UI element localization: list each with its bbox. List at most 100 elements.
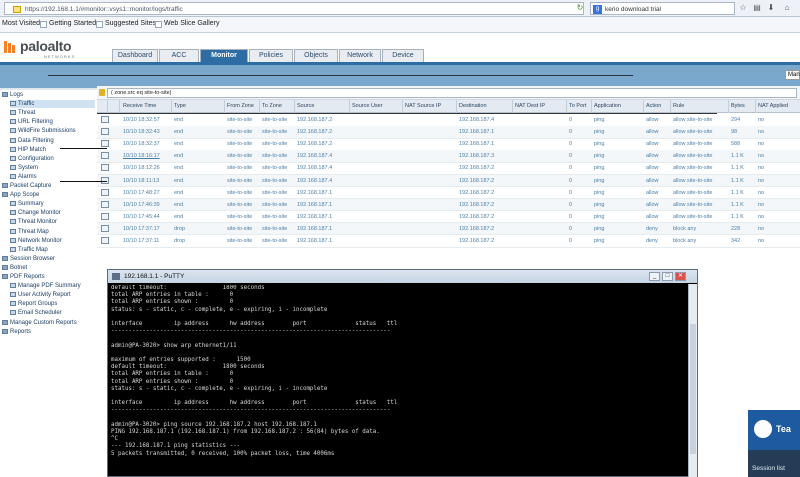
tab-device[interactable]: Device — [382, 49, 424, 62]
table-cell[interactable]: 192.168.187.2 — [459, 190, 494, 196]
column-header[interactable]: To Zone — [262, 103, 282, 109]
manual-dropdown[interactable]: Man — [785, 70, 800, 80]
nav-item-manage-pdf-summary[interactable]: Manage PDF Summary — [10, 282, 81, 290]
column-header[interactable]: NAT Dest IP — [515, 103, 545, 109]
nav-item-packet-capture[interactable]: Packet Capture — [2, 182, 51, 190]
log-detail-icon[interactable] — [101, 224, 109, 232]
bookmark-most-visited[interactable]: Most Visited — [2, 20, 40, 27]
table-cell[interactable]: 192.168.187.2 — [297, 129, 332, 135]
table-cell[interactable]: 10/10 18:32:43 — [123, 129, 160, 135]
table-cell[interactable]: 192.168.187.2 — [459, 202, 494, 208]
table-cell[interactable]: allow site-to-site — [673, 153, 712, 159]
table-cell[interactable]: 10/10 18:32:57 — [123, 117, 160, 123]
minimize-button[interactable]: _ — [649, 272, 660, 281]
log-detail-icon[interactable] — [101, 128, 109, 136]
nav-item-threat-monitor[interactable]: Threat Monitor — [10, 218, 57, 226]
nav-item-configuration[interactable]: Configuration — [10, 155, 54, 163]
table-row[interactable]: 10/10 17:37:17 drop site-to-site site-to-si… — [97, 222, 800, 236]
table-row[interactable]: 10/10 18:16:17 end site-to-site site-to-sit… — [97, 150, 800, 163]
nav-item-manage-custom-reports[interactable]: Manage Custom Reports — [2, 319, 77, 327]
table-cell[interactable]: 192.168.187.1 — [297, 238, 332, 244]
address-bar[interactable]: https://192.168.1.1/#monitor::vsys1::mon… — [4, 2, 584, 15]
nav-item-summary[interactable]: Summary — [10, 200, 44, 208]
column-header[interactable]: Source — [297, 103, 314, 109]
table-cell[interactable]: 10/10 18:32:37 — [123, 141, 160, 147]
column-header[interactable]: Application — [594, 103, 621, 109]
nav-item-hip-match[interactable]: HIP Match — [10, 146, 46, 154]
table-cell[interactable]: allow site-to-site — [673, 117, 712, 123]
filter-icon[interactable] — [99, 89, 105, 96]
column-header[interactable]: NAT Source IP — [405, 103, 441, 109]
bookmark-suggested-sites[interactable]: Suggested Sites — [105, 20, 156, 27]
table-cell[interactable]: 192.168.187.4 — [459, 117, 494, 123]
table-cell[interactable]: allow site-to-site — [673, 178, 712, 184]
log-detail-icon[interactable] — [101, 237, 109, 244]
table-cell[interactable]: 192.168.187.1 — [297, 226, 332, 232]
nav-item-traffic-map[interactable]: Traffic Map — [10, 246, 48, 254]
table-row[interactable]: 10/10 17:37:11 drop site-to-site site-to-si… — [97, 235, 800, 248]
nav-item-wildfire-submissions[interactable]: WildFire Submissions — [10, 127, 76, 135]
table-cell[interactable]: allow site-to-site — [673, 214, 712, 220]
table-cell[interactable]: 192.168.187.2 — [297, 141, 332, 147]
nav-item-report-groups[interactable]: Report Groups — [10, 300, 57, 308]
nav-item-logs[interactable]: Logs — [2, 91, 23, 99]
nav-item-app-scope[interactable]: App Scope — [2, 191, 39, 199]
table-cell[interactable]: allow site-to-site — [673, 202, 712, 208]
table-cell[interactable]: allow site-to-site — [673, 141, 712, 147]
nav-item-url-filtering[interactable]: URL Filtering — [10, 118, 53, 126]
log-detail-icon[interactable] — [101, 152, 109, 160]
table-row[interactable]: 10/10 18:11:13 end site-to-site site-to-sit… — [97, 174, 800, 187]
table-cell[interactable]: 10/10 18:12:26 — [123, 165, 160, 171]
column-header[interactable]: Receive Time — [123, 103, 156, 109]
reload-icon[interactable]: ↻ — [575, 3, 585, 13]
table-cell[interactable]: 192.168.187.1 — [297, 214, 332, 220]
table-row[interactable]: 10/10 17:46:39 end site-to-site site-to-sit… — [97, 198, 800, 212]
table-cell[interactable]: 10/10 17:46:39 — [123, 202, 160, 208]
table-cell[interactable]: block any — [673, 238, 696, 244]
log-detail-icon[interactable] — [101, 188, 109, 196]
putty-titlebar[interactable]: 192.168.1.1 - PuTTY _ □ ✕ — [108, 270, 697, 283]
nav-item-system[interactable]: System — [10, 164, 38, 172]
nav-item-pdf-reports[interactable]: PDF Reports — [2, 273, 45, 281]
table-cell[interactable]: 192.168.187.1 — [459, 129, 494, 135]
column-header[interactable]: From Zone — [227, 103, 254, 109]
filter-input[interactable]: ( zone.src eq site-to-site) — [107, 88, 797, 98]
column-header[interactable]: Destination — [459, 103, 487, 109]
terminal-output[interactable]: default timeout: 1800 seconds total ARP e… — [111, 285, 686, 475]
column-header[interactable]: Type — [174, 103, 186, 109]
table-cell[interactable]: 192.168.187.1 — [459, 141, 494, 147]
nav-item-user-activity-report[interactable]: User Activity Report — [10, 291, 71, 299]
session-list-label[interactable]: Session list — [752, 465, 785, 472]
table-cell[interactable]: 10/10 17:37:17 — [123, 226, 160, 232]
nav-item-reports[interactable]: Reports — [2, 328, 31, 336]
tab-network[interactable]: Network — [339, 49, 381, 62]
table-cell[interactable]: 192.168.187.4 — [297, 153, 332, 159]
nav-item-data-filtering[interactable]: Data Filtering — [10, 137, 54, 145]
nav-item-threat-map[interactable]: Threat Map — [10, 228, 49, 236]
nav-item-traffic[interactable]: Traffic — [10, 100, 95, 109]
column-header[interactable]: Source User — [352, 103, 383, 109]
table-cell[interactable]: block any — [673, 226, 696, 232]
log-detail-icon[interactable] — [101, 212, 109, 220]
table-row[interactable]: 10/10 17:45:44 end site-to-site site-to-sit… — [97, 211, 800, 224]
nav-item-email-scheduler[interactable]: Email Scheduler — [10, 309, 62, 317]
column-header[interactable]: Rule — [673, 103, 684, 109]
log-detail-icon[interactable] — [101, 140, 109, 148]
table-cell[interactable]: 192.168.187.1 — [297, 190, 332, 196]
bookmark-web-slice-gallery[interactable]: Web Slice Gallery — [164, 20, 220, 27]
table-cell[interactable]: 192.168.187.2 — [459, 238, 494, 244]
close-button[interactable]: ✕ — [675, 272, 686, 281]
bookmark-list-icon[interactable]: ▤ — [752, 3, 762, 13]
column-header[interactable]: To Port — [569, 103, 586, 109]
home-icon[interactable]: ⌂ — [782, 3, 792, 13]
log-detail-icon[interactable] — [101, 200, 109, 208]
nav-item-botnet[interactable]: Botnet — [2, 264, 27, 272]
terminal-scrollbar[interactable] — [688, 284, 697, 477]
column-header[interactable]: Action — [646, 103, 661, 109]
table-cell[interactable]: 192.168.187.2 — [459, 226, 494, 232]
table-cell[interactable]: allow site-to-site — [673, 190, 712, 196]
maximize-button[interactable]: □ — [662, 272, 673, 281]
table-cell[interactable]: 192.168.187.2 — [459, 165, 494, 171]
table-cell[interactable]: 192.168.187.2 — [459, 214, 494, 220]
log-detail-icon[interactable] — [101, 164, 109, 172]
